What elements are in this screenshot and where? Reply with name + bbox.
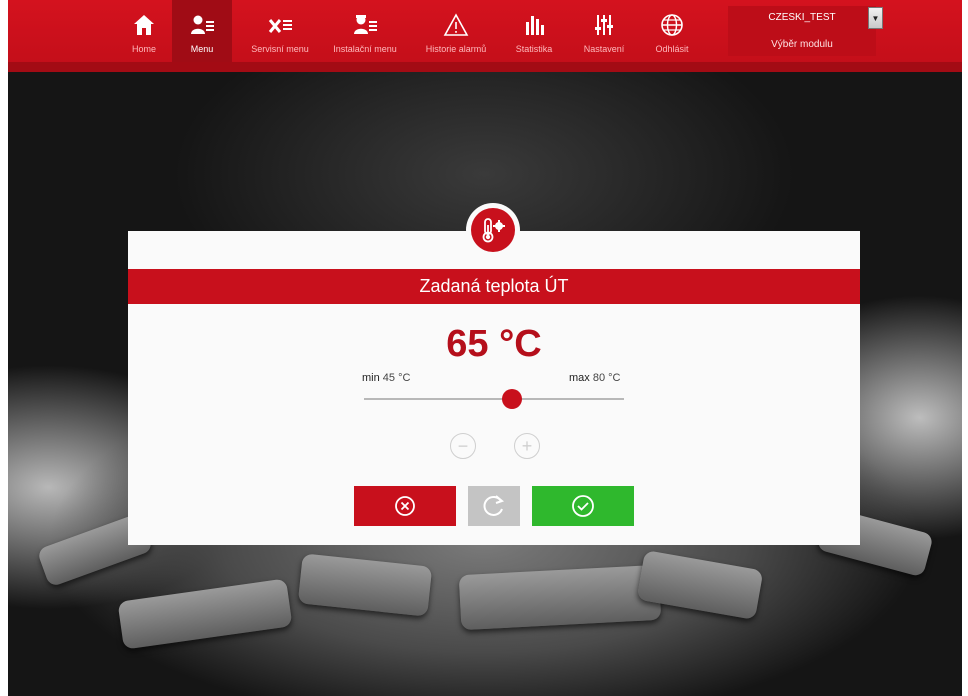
refresh-icon <box>483 495 505 516</box>
increase-button[interactable]: + <box>514 433 540 459</box>
thermometer-gear-icon <box>471 208 515 252</box>
cancel-circle-icon <box>395 496 415 516</box>
nav-item-statistics[interactable]: Statistika <box>504 0 564 62</box>
globe-icon <box>661 14 683 36</box>
dialog-header-icon <box>466 203 520 257</box>
module-selector[interactable]: CZESKI_TEST Výběr modulu <box>728 6 876 56</box>
plus-icon: + <box>521 436 533 456</box>
module-dropdown-button[interactable]: ▼ <box>868 7 883 29</box>
check-circle-icon <box>572 495 594 517</box>
nav-item-settings[interactable]: Nastavení <box>574 0 634 62</box>
nav-label-settings: Nastavení <box>583 44 625 54</box>
nav-item-logout[interactable]: Odhlásit <box>642 0 702 62</box>
top-navigation-bar: Home Menu Servisní menu Instalační menu … <box>8 0 962 72</box>
thermometer-gear-glyph <box>482 218 505 243</box>
chevron-down-icon: ▼ <box>871 13 880 23</box>
user-menu-icon <box>191 15 214 34</box>
installer-menu-icon <box>354 15 377 34</box>
nav-label-statistics: Statistika <box>515 44 553 54</box>
max-label-text: max <box>569 372 590 384</box>
nav-item-alarm-history[interactable]: Historie alarmů <box>418 0 494 62</box>
pellet <box>458 564 662 631</box>
min-label-text: min <box>362 372 380 384</box>
bar-chart-icon <box>526 16 544 35</box>
warning-icon <box>443 13 469 36</box>
dialog-title-text: Zadaná teplota ÚT <box>419 276 569 296</box>
nav-item-menu[interactable]: Menu <box>172 0 232 62</box>
nav-item-service-menu[interactable]: Servisní menu <box>246 0 314 62</box>
reset-button[interactable] <box>468 486 520 526</box>
confirm-button[interactable] <box>532 486 634 526</box>
min-label: min 45 °C <box>362 372 410 384</box>
nav-item-installer-menu[interactable]: Instalační menu <box>326 0 404 62</box>
minus-icon: − <box>457 436 469 456</box>
nav-label-home: Home <box>131 44 156 54</box>
nav-label-menu: Menu <box>190 44 214 54</box>
navbar-shade <box>8 62 962 72</box>
home-icon <box>134 15 154 35</box>
setpoint-dialog: Zadaná teplota ÚT 65 °C min 45 °C max 80… <box>128 231 860 545</box>
sliders-icon <box>595 15 613 35</box>
nav-item-home[interactable]: Home <box>114 0 174 62</box>
max-value: 80 °C <box>592 372 621 384</box>
temperature-slider[interactable] <box>364 389 624 409</box>
nav-label-service-menu: Servisní menu <box>251 44 309 54</box>
nav-label-installer-menu: Instalační menu <box>333 44 397 54</box>
slider-thumb[interactable] <box>502 389 523 409</box>
max-label: max 80 °C <box>569 372 620 384</box>
nav-label-alarm-history: Historie alarmů <box>425 44 487 54</box>
nav-label-logout: Odhlásit <box>655 44 689 54</box>
cancel-button[interactable] <box>354 486 456 526</box>
dialog-title: Zadaná teplota ÚT <box>128 269 860 304</box>
pellet <box>117 578 293 650</box>
setpoint-value: 65 °C <box>446 323 542 365</box>
module-select-value[interactable]: CZESKI_TEST <box>728 12 876 23</box>
pellet <box>297 553 433 617</box>
module-select-label: Výběr modulu <box>771 39 833 50</box>
min-value: 45 °C <box>382 372 411 384</box>
decrease-button[interactable]: − <box>450 433 476 459</box>
tools-menu-icon <box>268 19 292 33</box>
frame-right <box>962 0 968 696</box>
frame-left <box>0 0 8 696</box>
